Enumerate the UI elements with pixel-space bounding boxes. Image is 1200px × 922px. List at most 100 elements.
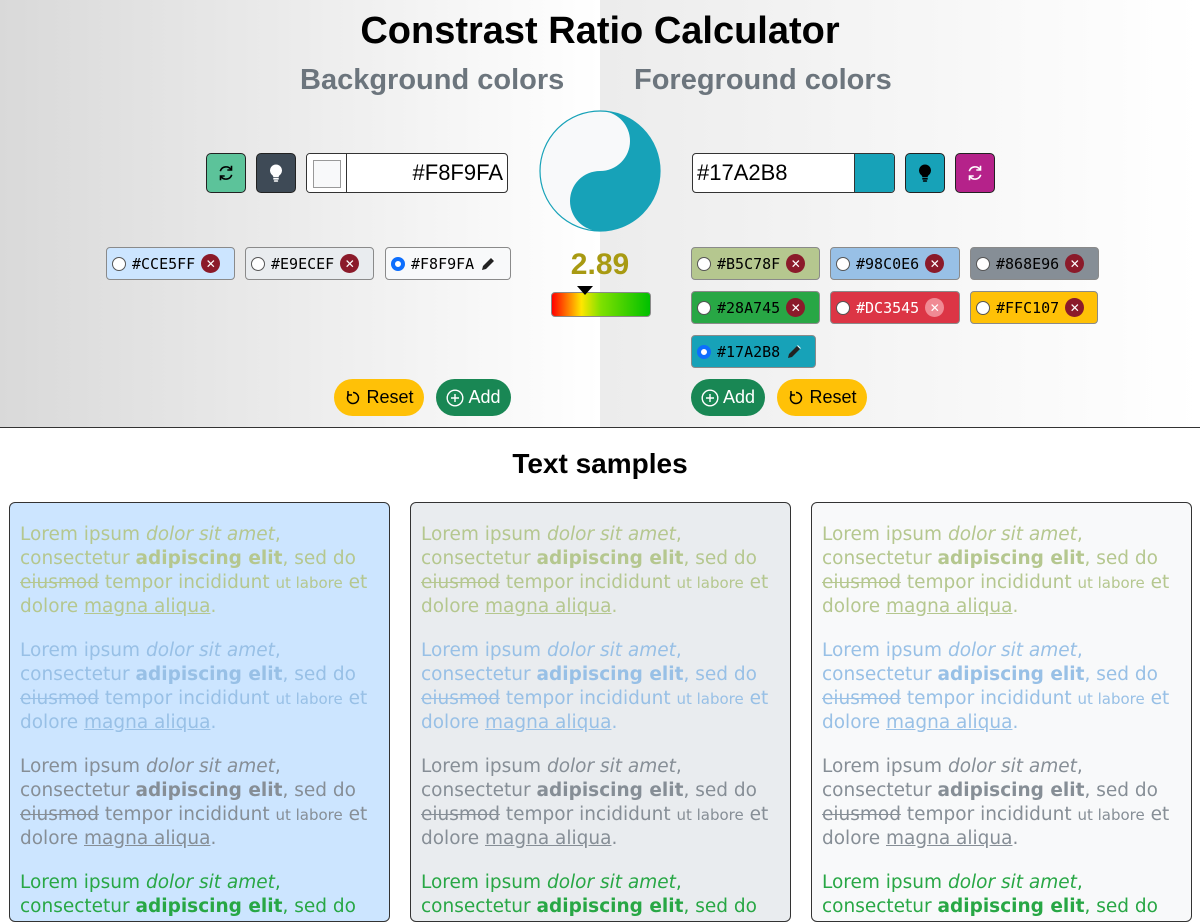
pencil-icon[interactable] bbox=[479, 255, 497, 273]
bg-hex-value[interactable]: #F8F9FA bbox=[413, 154, 503, 192]
sample-paragraph: Lorem ipsum dolor sit amet, consectetur … bbox=[421, 755, 780, 851]
contrast-ratio-value: 2.89 bbox=[570, 248, 630, 281]
fg-chip-radio[interactable] bbox=[976, 256, 990, 271]
sample-text-fragment: Lorem ipsum bbox=[20, 524, 141, 545]
sample-text-fragment: , bbox=[1076, 756, 1083, 777]
sample-paragraph: Lorem ipsum dolor sit amet, consectetur … bbox=[822, 755, 1181, 851]
sample-panel: Lorem ipsum dolor sit amet, consectetur … bbox=[9, 502, 390, 922]
sample-text-fragment: , bbox=[1076, 872, 1083, 893]
bg-color-chip[interactable]: #E9ECEF ✕ bbox=[245, 247, 374, 280]
sample-paragraph: Lorem ipsum dolor sit amet, consectetur … bbox=[822, 871, 1181, 921]
close-circle-icon[interactable]: ✕ bbox=[786, 298, 806, 317]
sample-text-fragment: adipiscing elit bbox=[937, 780, 1085, 801]
fg-color-chip[interactable]: #DC3545 ✕ bbox=[830, 291, 960, 324]
fg-hex-value[interactable]: #17A2B8 bbox=[697, 154, 788, 192]
pencil-icon[interactable] bbox=[785, 343, 803, 361]
fg-add-button[interactable]: Add bbox=[691, 379, 765, 416]
fg-reset-button[interactable]: Reset bbox=[777, 379, 867, 416]
fg-color-chip[interactable]: #FFC107 ✕ bbox=[970, 291, 1098, 324]
fg-color-chip[interactable]: #98C0E6 ✕ bbox=[830, 247, 960, 280]
sample-text-fragment: consectetur bbox=[421, 780, 531, 801]
bg-suggest-button[interactable] bbox=[256, 153, 296, 193]
close-circle-icon[interactable]: ✕ bbox=[201, 254, 221, 273]
sample-text-fragment: , bbox=[675, 756, 682, 777]
sample-text-fragment: dolor sit amet bbox=[947, 524, 1077, 545]
fg-color-chip[interactable]: #28A745 ✕ bbox=[691, 291, 820, 324]
fg-hex-input[interactable]: #17A2B8 bbox=[692, 153, 895, 193]
bg-random-button[interactable] bbox=[206, 153, 246, 193]
fg-chip-radio[interactable] bbox=[697, 256, 711, 271]
sample-text-fragment: ut labore bbox=[676, 690, 744, 708]
sample-text-fragment: , sed do bbox=[683, 548, 757, 569]
sample-text-fragment: adipiscing elit bbox=[937, 548, 1085, 569]
bg-color-chip[interactable]: #F8F9FA bbox=[385, 247, 511, 280]
fg-chip-radio[interactable] bbox=[697, 344, 711, 359]
sample-text-fragment: tempor incididunt bbox=[505, 572, 671, 593]
sample-text-fragment: Lorem ipsum bbox=[20, 640, 141, 661]
sample-text-fragment: tempor incididunt bbox=[906, 804, 1072, 825]
sample-text-fragment: ut labore bbox=[1077, 574, 1145, 592]
sample-text-fragment: , sed do bbox=[683, 780, 757, 801]
bg-chip-radio[interactable] bbox=[112, 256, 126, 271]
fg-color-chip[interactable]: #B5C78F ✕ bbox=[691, 247, 820, 280]
sample-text-fragment: , sed do bbox=[1084, 896, 1158, 917]
sample-text-fragment: Lorem ipsum bbox=[822, 756, 943, 777]
fg-chip-radio[interactable] bbox=[976, 300, 990, 315]
sample-panel: Lorem ipsum dolor sit amet, consectetur … bbox=[410, 502, 791, 922]
fg-color-chip[interactable]: #17A2B8 bbox=[691, 335, 816, 368]
sample-text-fragment: eiusmod bbox=[20, 804, 99, 825]
sample-text-fragment: consectetur bbox=[20, 896, 130, 917]
fg-color-swatch[interactable] bbox=[854, 154, 894, 192]
sample-text-fragment: , sed do bbox=[1084, 780, 1158, 801]
close-circle-icon[interactable]: ✕ bbox=[340, 254, 360, 273]
close-circle-icon[interactable]: ✕ bbox=[786, 254, 806, 273]
fg-chip-radio[interactable] bbox=[836, 300, 850, 315]
fg-suggest-button[interactable] bbox=[905, 153, 945, 193]
bg-color-chip[interactable]: #CCE5FF ✕ bbox=[106, 247, 235, 280]
sample-text-fragment: magna aliqua bbox=[886, 828, 1013, 849]
fg-chip-label: #DC3545 bbox=[856, 298, 920, 317]
sample-text-fragment: eiusmod bbox=[822, 688, 901, 709]
close-circle-icon[interactable]: ✕ bbox=[925, 254, 945, 273]
sample-text-fragment: eiusmod bbox=[421, 688, 500, 709]
sample-text-fragment: . bbox=[1012, 828, 1019, 849]
sample-text-fragment: magna aliqua bbox=[485, 712, 612, 733]
page-title: Constrast Ratio Calculator bbox=[360, 10, 840, 52]
bg-color-swatch[interactable] bbox=[307, 154, 347, 192]
close-circle-icon[interactable]: ✕ bbox=[1065, 298, 1085, 317]
undo-icon bbox=[790, 390, 803, 404]
fg-random-button[interactable] bbox=[955, 153, 995, 193]
close-circle-icon[interactable]: ✕ bbox=[925, 298, 945, 317]
bg-reset-button[interactable]: Reset bbox=[334, 379, 424, 416]
fg-chip-radio[interactable] bbox=[836, 256, 850, 271]
plus-circle-icon bbox=[446, 388, 464, 407]
sample-text-fragment: eiusmod bbox=[822, 804, 901, 825]
fg-chip-radio[interactable] bbox=[697, 300, 711, 315]
yin-yang-preview-icon bbox=[539, 110, 661, 232]
bg-add-label: Add bbox=[468, 387, 501, 407]
sample-text-fragment: , sed do bbox=[1084, 548, 1158, 569]
sample-text-fragment: ut labore bbox=[676, 574, 744, 592]
fg-color-chip[interactable]: #868E96 ✕ bbox=[970, 247, 1099, 280]
sample-paragraph: Lorem ipsum dolor sit amet, consectetur … bbox=[822, 523, 1181, 619]
sample-text-fragment: tempor incididunt bbox=[104, 572, 270, 593]
fg-reset-label: Reset bbox=[809, 387, 857, 407]
sample-text-fragment: . bbox=[611, 712, 618, 733]
bg-chip-radio[interactable] bbox=[251, 256, 265, 271]
sample-text-fragment: adipiscing elit bbox=[135, 780, 283, 801]
bg-hex-input[interactable]: #F8F9FA bbox=[306, 153, 508, 193]
bg-chip-radio[interactable] bbox=[391, 256, 405, 271]
sample-text-fragment: ut labore bbox=[676, 806, 744, 824]
sample-text-fragment: magna aliqua bbox=[84, 596, 211, 617]
sample-text-fragment: eiusmod bbox=[421, 804, 500, 825]
sample-text-fragment: eiusmod bbox=[822, 572, 901, 593]
close-circle-icon[interactable]: ✕ bbox=[1065, 254, 1085, 273]
bg-chip-label: #E9ECEF bbox=[271, 254, 335, 273]
bg-add-button[interactable]: Add bbox=[436, 379, 511, 416]
sample-text-fragment: . bbox=[210, 712, 217, 733]
foreground-heading: Foreground colors bbox=[634, 64, 892, 96]
sample-text-fragment: magna aliqua bbox=[886, 712, 1013, 733]
sample-paragraph: Lorem ipsum dolor sit amet, consectetur … bbox=[421, 523, 780, 619]
sample-text-fragment: , sed do bbox=[282, 780, 356, 801]
sample-paragraph: Lorem ipsum dolor sit amet, consectetur … bbox=[20, 523, 379, 619]
